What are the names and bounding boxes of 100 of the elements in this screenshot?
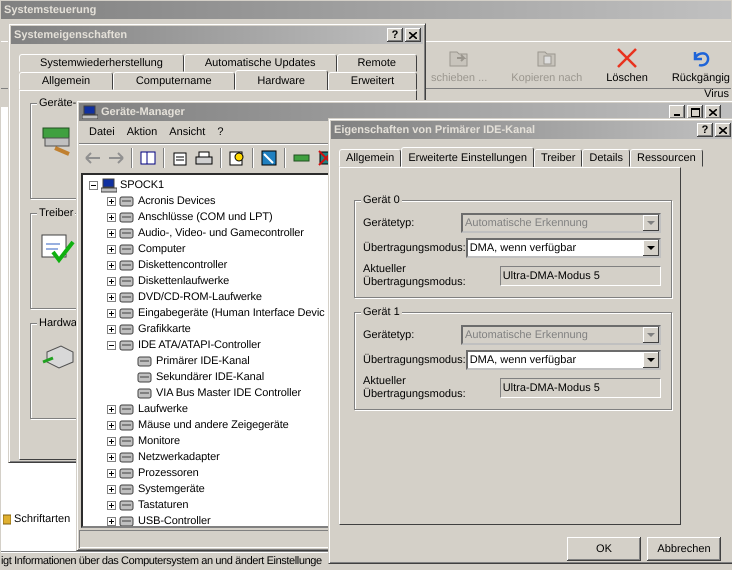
expand-toggle[interactable] — [107, 420, 116, 430]
tree-item[interactable]: Diskettencontroller — [138, 259, 228, 271]
readonly-field: Ultra-DMA-Modus 5 — [500, 378, 661, 398]
pane-icon[interactable] — [140, 151, 156, 165]
tree-item[interactable]: Diskettenlaufwerke — [138, 275, 230, 287]
device-icon — [119, 482, 135, 496]
expand-toggle[interactable] — [107, 516, 116, 526]
maximize-icon — [690, 108, 700, 116]
maximize-button[interactable] — [687, 105, 703, 119]
tab[interactable]: Computername — [113, 72, 235, 90]
expand-toggle[interactable] — [107, 308, 116, 318]
tab[interactable]: Treiber — [534, 149, 582, 167]
tree-item[interactable]: Anschlüsse (COM und LPT) — [138, 211, 273, 223]
expand-toggle[interactable] — [107, 212, 116, 222]
menu-item[interactable]: Datei — [83, 126, 121, 138]
field-label: Aktueller Übertragungsmodus: — [363, 263, 466, 289]
tree-item[interactable]: DVD/CD-ROM-Laufwerke — [138, 291, 262, 303]
computer-icon — [82, 105, 98, 119]
expand-toggle[interactable] — [107, 500, 116, 510]
expand-toggle[interactable] — [107, 452, 116, 462]
device-icon — [119, 322, 135, 336]
tree-item[interactable]: Systemgeräte — [138, 483, 205, 495]
minimize-button[interactable] — [669, 105, 685, 119]
expand-toggle[interactable] — [107, 340, 116, 350]
field-label: Übertragungsmodus: — [363, 242, 466, 254]
expand-toggle[interactable] — [89, 180, 98, 190]
tab[interactable]: Allgemein — [19, 72, 113, 90]
expand-toggle[interactable] — [107, 484, 116, 494]
dialog-button[interactable]: OK — [567, 537, 641, 561]
window-title: Systemsteuerung — [4, 4, 96, 16]
tree-item[interactable]: Netzwerkadapter — [138, 451, 220, 463]
tree-item[interactable]: Acronis Devices — [138, 195, 216, 207]
tree-item[interactable]: Tastaturen — [138, 499, 188, 511]
device-icon — [119, 434, 135, 448]
tree-item[interactable]: USB-Controller — [138, 515, 211, 526]
toolbar-button[interactable]: Rückgängig — [660, 42, 732, 88]
list-item[interactable]: Schriftarten — [14, 513, 70, 525]
tab[interactable]: Allgemein — [339, 149, 402, 167]
group-title: Gerät 1 — [361, 306, 402, 318]
tree-item[interactable]: Grafikkarte — [138, 323, 191, 335]
close-button[interactable] — [705, 105, 721, 119]
close-button[interactable] — [715, 123, 731, 137]
dropdown[interactable]: DMA, wenn verfügbar — [466, 350, 661, 370]
tree-item[interactable]: Sekundärer IDE-Kanal — [156, 371, 264, 383]
tree-item[interactable]: Primärer IDE-Kanal — [156, 355, 250, 367]
expand-toggle[interactable] — [107, 244, 116, 254]
tab[interactable]: Remote — [336, 54, 417, 72]
tree-item[interactable]: VIA Bus Master IDE Controller — [156, 387, 302, 399]
column-header[interactable]: Virus — [704, 89, 729, 100]
device-icon — [137, 354, 153, 368]
expand-toggle[interactable] — [107, 436, 116, 446]
computer-icon — [101, 178, 117, 192]
tab[interactable]: Erweiterte Einstellungen — [401, 147, 534, 167]
field-label: Gerätetyp: — [363, 216, 416, 230]
tab[interactable]: Automatische Updates — [184, 54, 336, 72]
expand-toggle[interactable] — [107, 228, 116, 238]
window-title: Geräte-Manager — [101, 106, 185, 118]
tab[interactable]: Hardware — [234, 70, 328, 90]
device-icon — [119, 402, 135, 416]
device-icon — [119, 226, 135, 240]
expand-toggle[interactable] — [107, 292, 116, 302]
tree-item[interactable]: Prozessoren — [138, 467, 199, 479]
printer-icon[interactable] — [195, 150, 213, 166]
folder-icon — [3, 513, 11, 525]
tab[interactable]: Ressourcen — [630, 149, 703, 167]
tab[interactable]: Details — [582, 149, 630, 167]
tree-item[interactable]: Audio-, Video- und Gamecontroller — [138, 227, 304, 239]
tree-item[interactable]: IDE ATA/ATAPI-Controller — [138, 339, 261, 351]
device-icon — [137, 386, 153, 400]
toolbar-button[interactable]: Löschen — [594, 42, 660, 88]
dialog-button[interactable]: Abbrechen — [647, 537, 721, 561]
tree-item[interactable]: Mäuse und andere Zeigegeräte — [138, 419, 289, 431]
expand-toggle[interactable] — [107, 468, 116, 478]
menu-item[interactable]: Aktion — [120, 126, 164, 138]
tree-item[interactable]: Eingabegeräte (Human Interface Devic — [138, 307, 325, 319]
expand-toggle[interactable] — [107, 196, 116, 206]
tree-item[interactable]: Computer — [138, 243, 186, 255]
menu-item[interactable]: Ansicht — [163, 126, 212, 138]
tree-item[interactable]: SPOCK1 — [120, 179, 164, 191]
expand-toggle[interactable] — [107, 324, 116, 334]
dropdown[interactable]: DMA, wenn verfügbar — [466, 238, 661, 258]
properties-icon[interactable] — [172, 150, 188, 166]
caret-icon — [647, 333, 655, 337]
close-button[interactable] — [405, 28, 421, 42]
help-button[interactable]: ? — [697, 123, 713, 137]
expand-toggle[interactable] — [107, 276, 116, 286]
help-button[interactable]: ? — [387, 28, 403, 42]
device-icon — [119, 274, 135, 288]
device-icon — [119, 466, 135, 480]
expand-toggle[interactable] — [107, 260, 116, 270]
tree-item[interactable]: Laufwerke — [138, 403, 188, 415]
close-icon — [409, 32, 417, 38]
device-icon — [119, 258, 135, 272]
field-label: Gerätetyp: — [363, 328, 416, 342]
device-icon — [119, 306, 135, 320]
expand-toggle[interactable] — [107, 404, 116, 414]
tab[interactable]: Erweitert — [328, 72, 417, 90]
menu-item[interactable]: ? — [211, 126, 230, 138]
tree-item[interactable]: Monitore — [138, 435, 180, 447]
tab[interactable]: Systemwiederherstellung — [19, 54, 184, 72]
